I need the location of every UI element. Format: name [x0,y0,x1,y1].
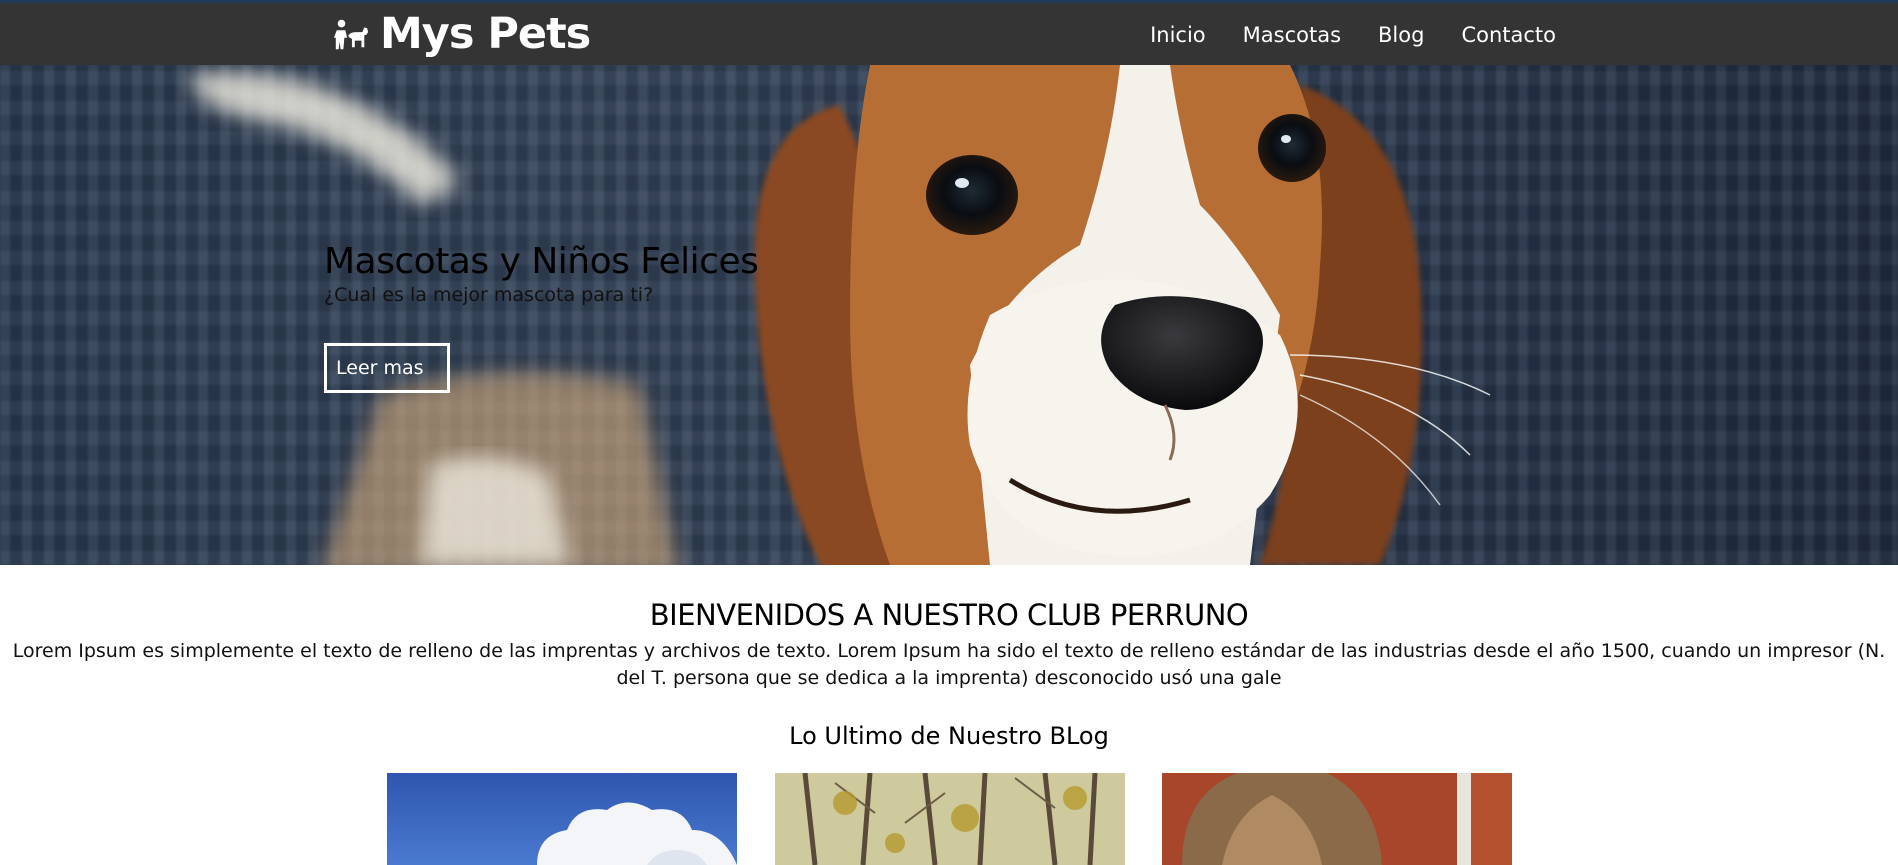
blog-card-image[interactable] [1162,773,1512,865]
blog-image-portrait [1162,773,1512,865]
pets-icon [333,19,369,50]
nav-item-mascotas[interactable]: Mascotas [1243,23,1341,47]
main-nav: Inicio Mascotas Blog Contacto [1150,23,1556,47]
blog-section-title: Lo Ultimo de Nuestro BLog [789,722,1109,750]
logo-text: Mys Pets [380,9,591,59]
blog-image-sky [387,773,737,865]
hero-subtitle: ¿Cual es la mejor mascota para ti? [324,284,654,306]
welcome-title: BIENVENIDOS A NUESTRO CLUB PERRUNO [649,598,1249,632]
welcome-text: Lorem Ipsum es simplemente el texto de r… [12,640,1886,689]
blog-card-image[interactable] [387,773,737,865]
hero-title: Mascotas y Niños Felices [324,241,759,282]
site-header: Mys Pets Inicio Mascotas Blog Contacto [0,0,1898,65]
hero-banner: Mascotas y Niños Felices ¿Cual es la mej… [0,65,1898,565]
nav-item-contacto[interactable]: Contacto [1461,23,1556,47]
nav-item-blog[interactable]: Blog [1378,23,1424,47]
logo-link[interactable]: Mys Pets [332,9,591,59]
blog-image-forest [775,773,1125,865]
read-more-button[interactable]: Leer mas [324,343,450,393]
blog-card-image[interactable] [775,773,1125,865]
hero-content: Mascotas y Niños Felices ¿Cual es la mej… [324,241,759,393]
nav-item-inicio[interactable]: Inicio [1150,23,1206,47]
hero-dog-image [190,65,1491,565]
